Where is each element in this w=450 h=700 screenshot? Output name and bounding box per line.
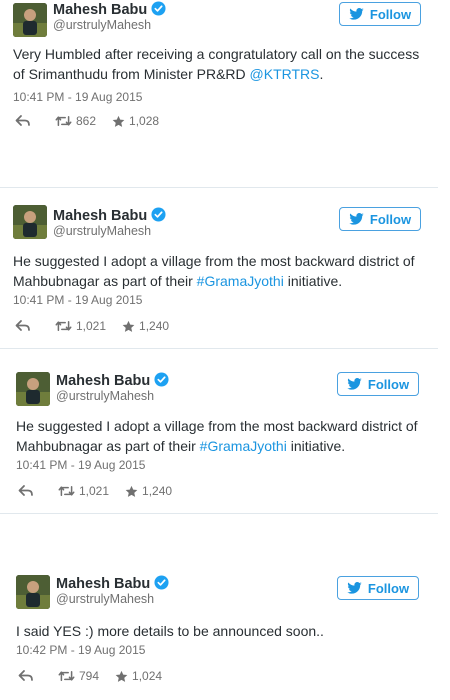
like-button[interactable]: 1,240 — [125, 484, 172, 498]
verified-badge-icon — [154, 575, 169, 590]
retweet-icon — [58, 670, 75, 682]
avatar-photo — [13, 205, 47, 239]
tweet-card: Mahesh Babu @urstrulyMahesh Follow He su… — [0, 205, 438, 345]
tweet-card: Mahesh Babu @urstrulyMahesh Follow Very … — [0, 0, 438, 150]
retweet-count: 862 — [76, 114, 97, 128]
reply-button[interactable] — [18, 669, 34, 683]
follow-label: Follow — [367, 376, 410, 392]
follow-button[interactable]: Follow — [337, 576, 419, 600]
twitter-bird-icon — [349, 8, 364, 20]
follow-label: Follow — [367, 580, 410, 596]
follow-label: Follow — [369, 211, 412, 227]
tweet-text-end: initiative. — [286, 438, 346, 454]
timestamp[interactable]: 10:41 PM - 19 Aug 2015 — [16, 458, 145, 472]
like-count: 1,240 — [139, 319, 170, 333]
like-button[interactable]: 1,240 — [122, 319, 169, 333]
like-button[interactable]: 1,028 — [112, 114, 159, 128]
follow-button[interactable]: Follow — [339, 2, 421, 26]
tweet-separator — [0, 513, 438, 514]
follow-button[interactable]: Follow — [339, 207, 421, 231]
tweet-text: Very Humbled after receiving a congratul… — [13, 44, 423, 84]
tweet-text-body: Very Humbled after receiving a congratul… — [13, 46, 420, 82]
timestamp[interactable]: 10:41 PM - 19 Aug 2015 — [13, 293, 142, 307]
reply-icon — [15, 115, 30, 126]
like-count: 1,024 — [132, 669, 163, 683]
reply-button[interactable] — [15, 114, 31, 128]
display-name-text: Mahesh Babu — [56, 373, 151, 389]
tweet-text-body: I said YES :) more details to be announc… — [16, 623, 324, 639]
user-handle[interactable]: @urstrulyMahesh — [56, 389, 154, 403]
tweet-separator — [0, 187, 438, 188]
follow-label: Follow — [369, 6, 412, 22]
retweet-count: 794 — [79, 669, 100, 683]
like-count: 1,028 — [129, 114, 160, 128]
avatar-photo — [16, 575, 50, 609]
display-name-text: Mahesh Babu — [53, 2, 148, 18]
tweet-text: He suggested I adopt a village from the … — [16, 416, 426, 456]
mention-link[interactable]: @KTRTRS — [250, 66, 320, 82]
avatar-photo — [16, 372, 50, 406]
like-button[interactable]: 1,024 — [115, 669, 162, 683]
display-name-text: Mahesh Babu — [56, 576, 151, 592]
star-icon — [125, 485, 138, 497]
hashtag-link[interactable]: #GramaJyothi — [197, 273, 284, 289]
avatar-photo — [13, 3, 47, 37]
retweet-count: 1,021 — [79, 484, 110, 498]
star-icon — [112, 115, 125, 127]
reply-icon — [15, 320, 30, 331]
user-handle[interactable]: @urstrulyMahesh — [53, 224, 151, 238]
verified-badge-icon — [151, 1, 166, 16]
user-handle[interactable]: @urstrulyMahesh — [56, 592, 154, 606]
like-count: 1,240 — [142, 484, 173, 498]
reply-button[interactable] — [15, 319, 31, 333]
twitter-bird-icon — [347, 378, 362, 390]
display-name-text: Mahesh Babu — [53, 208, 148, 224]
retweet-icon — [58, 485, 75, 497]
avatar[interactable] — [13, 3, 47, 37]
reply-icon — [18, 485, 33, 496]
timestamp[interactable]: 10:41 PM - 19 Aug 2015 — [13, 90, 142, 104]
display-name[interactable]: Mahesh Babu — [56, 575, 169, 592]
avatar[interactable] — [13, 205, 47, 239]
avatar[interactable] — [16, 372, 50, 406]
retweet-icon — [55, 115, 72, 127]
display-name[interactable]: Mahesh Babu — [56, 372, 169, 389]
reply-button[interactable] — [18, 484, 34, 498]
tweet-actions: 794 1,024 — [18, 668, 162, 684]
twitter-bird-icon — [347, 582, 362, 594]
reply-icon — [18, 670, 33, 681]
hashtag-link[interactable]: #GramaJyothi — [200, 438, 287, 454]
avatar[interactable] — [16, 575, 50, 609]
tweet-card: Mahesh Babu @urstrulyMahesh Follow He su… — [0, 370, 438, 510]
retweet-button[interactable]: 1,021 — [58, 484, 109, 498]
timestamp[interactable]: 10:42 PM - 19 Aug 2015 — [16, 643, 145, 657]
tweet-text: I said YES :) more details to be announc… — [16, 621, 426, 641]
retweet-button[interactable]: 862 — [55, 114, 96, 128]
tweet-separator — [0, 348, 438, 349]
retweet-icon — [55, 320, 72, 332]
retweet-count: 1,021 — [76, 319, 107, 333]
star-icon — [122, 320, 135, 332]
verified-badge-icon — [154, 372, 169, 387]
retweet-button[interactable]: 1,021 — [55, 319, 106, 333]
display-name[interactable]: Mahesh Babu — [53, 1, 166, 18]
tweet-text-end: initiative. — [283, 273, 343, 289]
retweet-button[interactable]: 794 — [58, 669, 99, 683]
follow-button[interactable]: Follow — [337, 372, 419, 396]
tweet-card: Mahesh Babu @urstrulyMahesh Follow I sai… — [0, 573, 438, 698]
verified-badge-icon — [151, 207, 166, 222]
tweet-text-end: . — [319, 66, 324, 82]
user-handle[interactable]: @urstrulyMahesh — [53, 18, 151, 32]
tweet-actions: 1,021 1,240 — [18, 483, 172, 499]
tweet-text: He suggested I adopt a village from the … — [13, 251, 423, 291]
display-name[interactable]: Mahesh Babu — [53, 207, 166, 224]
star-icon — [115, 670, 128, 682]
tweet-actions: 1,021 1,240 — [15, 318, 169, 334]
tweet-actions: 862 1,028 — [15, 113, 159, 129]
twitter-bird-icon — [349, 213, 364, 225]
